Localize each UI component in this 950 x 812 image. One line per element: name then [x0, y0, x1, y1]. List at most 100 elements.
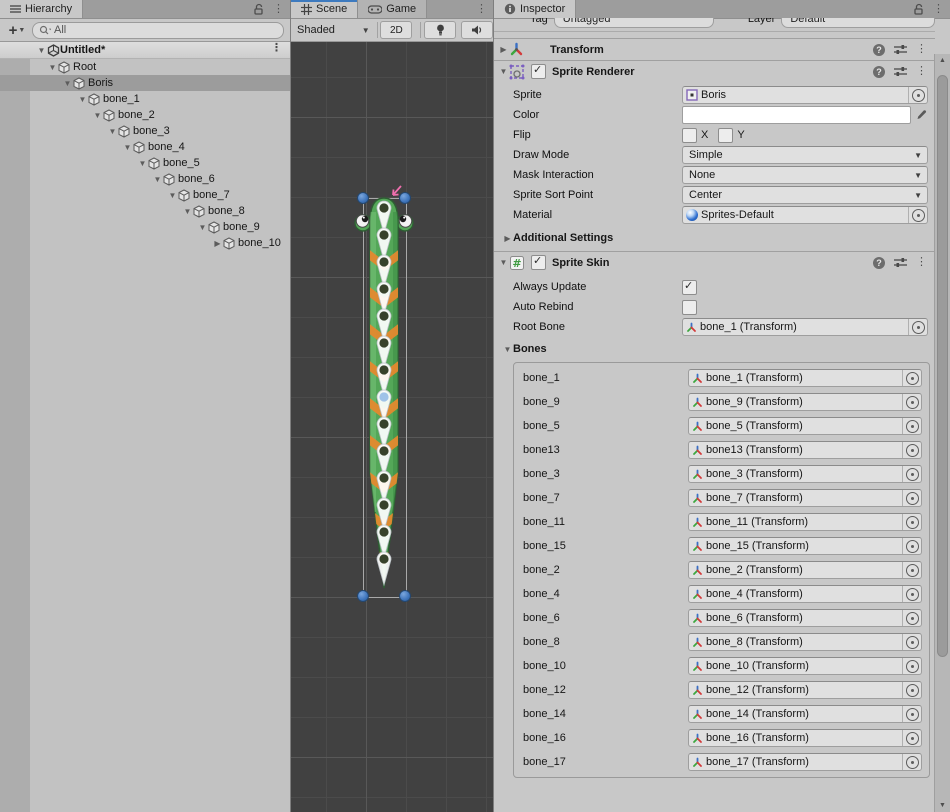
object-picker-button[interactable]: [902, 658, 919, 674]
bone-object-field[interactable]: bone_3 (Transform): [688, 465, 922, 483]
sprite-skin-component-header[interactable]: ▼ # Sprite Skin ? ⋮: [494, 251, 935, 273]
shading-mode-dropdown[interactable]: Shaded ▼: [291, 19, 374, 41]
object-picker-button[interactable]: [902, 370, 919, 386]
hierarchy-search[interactable]: [32, 22, 284, 39]
bone-object-field[interactable]: bone_12 (Transform): [688, 681, 922, 699]
hierarchy-item[interactable]: ▼ bone_2: [0, 107, 290, 123]
object-picker-button[interactable]: [902, 730, 919, 746]
help-icon[interactable]: ?: [873, 66, 885, 78]
object-picker-button[interactable]: [902, 538, 919, 554]
tab-inspector[interactable]: Inspector: [494, 0, 576, 18]
bone-object-field[interactable]: bone_5 (Transform): [688, 417, 922, 435]
sprite-renderer-enabled-checkbox[interactable]: [531, 64, 546, 79]
tag-dropdown[interactable]: Untagged: [554, 18, 714, 28]
lock-open-icon[interactable]: [254, 3, 265, 15]
object-picker-button[interactable]: [902, 514, 919, 530]
scene-menu-icon[interactable]: ⋮: [271, 43, 282, 54]
foldout-icon[interactable]: ▼: [47, 63, 58, 72]
always-update-checkbox[interactable]: [682, 280, 697, 295]
object-picker-button[interactable]: [902, 586, 919, 602]
bone-object-field[interactable]: bone_1 (Transform): [688, 369, 922, 387]
bone-object-field[interactable]: bone_4 (Transform): [688, 585, 922, 603]
bone-object-field[interactable]: bone13 (Transform): [688, 441, 922, 459]
boris-sprite[interactable]: [351, 192, 417, 604]
object-picker-button[interactable]: [902, 562, 919, 578]
foldout-icon[interactable]: ▼: [77, 95, 88, 104]
component-menu-icon[interactable]: ⋮: [916, 257, 927, 268]
scene-header-row[interactable]: ▼ Untitled* ⋮: [0, 42, 290, 59]
presets-icon[interactable]: [894, 66, 907, 77]
bone-gizmo-chain[interactable]: [377, 201, 391, 585]
help-icon[interactable]: ?: [873, 44, 885, 56]
scene-lighting-button[interactable]: [424, 21, 456, 39]
draw-mode-dropdown[interactable]: Simple ▼: [682, 146, 928, 164]
bone-object-field[interactable]: bone_2 (Transform): [688, 561, 922, 579]
foldout-expanded-icon[interactable]: ▼: [498, 258, 509, 267]
bone-object-field[interactable]: bone_9 (Transform): [688, 393, 922, 411]
bones-foldout[interactable]: ▼ Bones: [494, 340, 935, 358]
object-picker-button[interactable]: [902, 442, 919, 458]
hierarchy-item[interactable]: ▼ bone_1: [0, 91, 290, 107]
component-menu-icon[interactable]: ⋮: [916, 44, 927, 55]
bone-object-field[interactable]: bone_7 (Transform): [688, 489, 922, 507]
hierarchy-item[interactable]: ▼ bone_5: [0, 155, 290, 171]
foldout-expanded-icon[interactable]: ▼: [36, 46, 47, 55]
object-picker-button[interactable]: [908, 207, 925, 223]
tab-game[interactable]: Game: [358, 0, 427, 18]
object-picker-button[interactable]: [902, 610, 919, 626]
transform-component-header[interactable]: ▶ Transform ? ⋮: [494, 38, 935, 60]
hierarchy-item[interactable]: ▼ Root: [0, 59, 290, 75]
object-picker-button[interactable]: [902, 418, 919, 434]
object-picker-button[interactable]: [902, 490, 919, 506]
toggle-2d-button[interactable]: 2D: [380, 21, 412, 39]
sprite-object-field[interactable]: Boris: [682, 86, 928, 104]
mask-interaction-dropdown[interactable]: None ▼: [682, 166, 928, 184]
color-swatch[interactable]: [682, 106, 911, 124]
scroll-up-icon[interactable]: ▲: [935, 54, 950, 67]
hierarchy-item[interactable]: ▼ bone_9: [0, 219, 290, 235]
foldout-icon[interactable]: ▼: [182, 207, 193, 216]
foldout-icon[interactable]: ▼: [62, 79, 73, 88]
bone-object-field[interactable]: bone_10 (Transform): [688, 657, 922, 675]
foldout-icon[interactable]: ▼: [107, 127, 118, 136]
tab-hierarchy[interactable]: Hierarchy: [0, 0, 83, 18]
component-menu-icon[interactable]: ⋮: [916, 66, 927, 77]
object-picker-button[interactable]: [902, 466, 919, 482]
tab-scene[interactable]: Scene: [291, 0, 358, 18]
flip-y-checkbox[interactable]: [718, 128, 733, 143]
object-picker-button[interactable]: [902, 394, 919, 410]
object-picker-button[interactable]: [908, 87, 925, 103]
root-bone-object-field[interactable]: bone_1 (Transform): [682, 318, 928, 336]
object-picker-button[interactable]: [902, 706, 919, 722]
hierarchy-menu-icon[interactable]: ⋮: [273, 4, 284, 15]
hierarchy-item[interactable]: ▼ bone_8: [0, 203, 290, 219]
presets-icon[interactable]: [894, 44, 907, 55]
scene-viewport[interactable]: [291, 42, 493, 812]
object-picker-button[interactable]: [902, 754, 919, 770]
bone-object-field[interactable]: bone_17 (Transform): [688, 753, 922, 771]
foldout-icon[interactable]: ▼: [92, 111, 103, 120]
hierarchy-item[interactable]: ▼ bone_7: [0, 187, 290, 203]
flip-x-checkbox[interactable]: [682, 128, 697, 143]
scrollbar-thumb[interactable]: [937, 75, 948, 657]
presets-icon[interactable]: [894, 257, 907, 268]
inspector-menu-icon[interactable]: ⋮: [933, 4, 944, 15]
sort-point-dropdown[interactable]: Center ▼: [682, 186, 928, 204]
foldout-icon[interactable]: ▼: [122, 143, 133, 152]
hierarchy-item[interactable]: ▶ bone_10: [0, 235, 290, 251]
foldout-expanded-icon[interactable]: ▼: [498, 67, 509, 76]
sprite-renderer-component-header[interactable]: ▼ Sprite Renderer ? ⋮: [494, 60, 935, 82]
object-picker-button[interactable]: [902, 634, 919, 650]
object-picker-button[interactable]: [908, 319, 925, 335]
layer-dropdown[interactable]: Default: [781, 18, 935, 28]
sprite-skin-enabled-checkbox[interactable]: [531, 255, 546, 270]
foldout-icon[interactable]: ▼: [197, 223, 208, 232]
foldout-icon[interactable]: ▼: [152, 175, 163, 184]
material-object-field[interactable]: Sprites-Default: [682, 206, 928, 224]
hierarchy-item[interactable]: ▼ bone_6: [0, 171, 290, 187]
hierarchy-item[interactable]: ▼ bone_3: [0, 123, 290, 139]
create-object-button[interactable]: +▼: [4, 21, 30, 39]
scene-audio-button[interactable]: [461, 21, 493, 39]
bone-object-field[interactable]: bone_11 (Transform): [688, 513, 922, 531]
scene-menu-icon[interactable]: ⋮: [476, 4, 487, 15]
